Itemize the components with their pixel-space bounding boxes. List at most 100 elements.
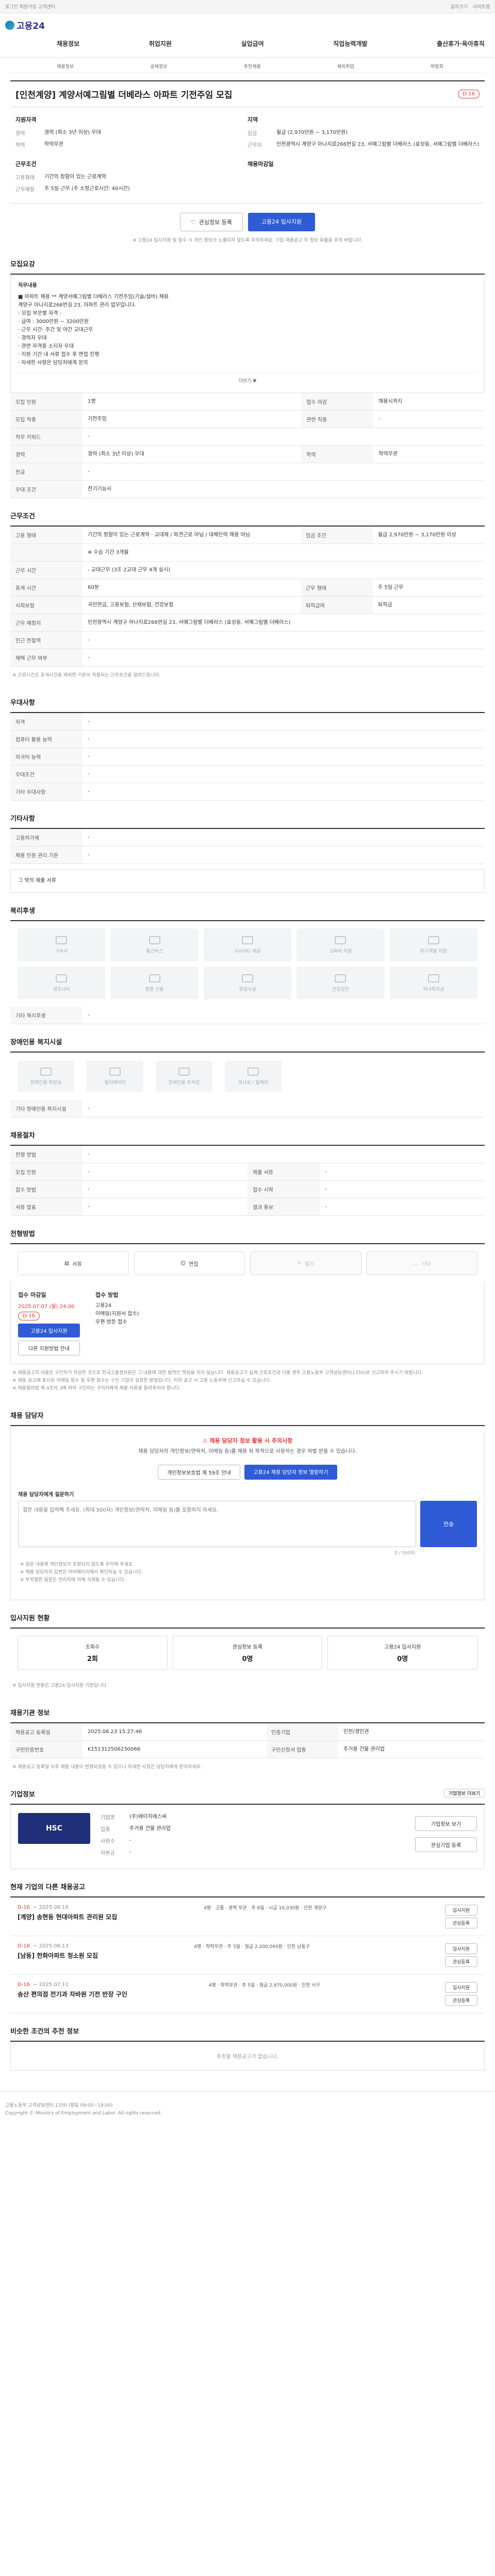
company-view-button[interactable]: 기업정보 보기 [415, 1816, 477, 1831]
company-more-button[interactable]: 기업정보 더보기 [443, 1789, 485, 1798]
kv-key: 근무지 [248, 143, 262, 148]
subnav-item[interactable]: 채용정보 [57, 63, 74, 70]
related-title[interactable]: [남동] 한화아파트 청소원 모집 [18, 1951, 98, 1960]
section-disability: 장애인용 복지시설 장애인용 화장실 엘리베이터 장애인용 주차장 경사로 / 휠체어… [10, 1037, 485, 1117]
expand-toggle[interactable]: 더보기 ▼ [18, 372, 477, 385]
row-label: 자격 [10, 713, 82, 731]
nav-jobs[interactable]: 채용정보 [57, 39, 79, 48]
related-save-button[interactable]: 관심등록 [444, 1956, 477, 1967]
contact-warning: ⚠ 채용 담당자 정보 활용 시 주의사항 [18, 1436, 477, 1445]
subnav-item[interactable]: 해외취업 [337, 63, 354, 70]
qa-send-button[interactable]: 전송 [420, 1501, 477, 1547]
related-save-button[interactable]: 관심등록 [444, 1995, 477, 2006]
table-row: 우대조건 - [10, 765, 485, 783]
nav-support[interactable]: 취업지원 [149, 39, 172, 48]
nav-unemployment[interactable]: 실업급여 [241, 39, 264, 48]
row-label: 채용공고 등록일 [10, 1723, 82, 1741]
related-actions: 입사지원관심등록 [444, 1943, 477, 1967]
detail-line: ■ 아파트 채용 ** 계양서예그림별 더베라스 기전주임(기술/설비) 채용 [18, 294, 169, 300]
job-title: [인천계양] 계양서예그림별 더베라스 아파트 기전주임 모집 [15, 90, 233, 100]
row-label: 휴게 시간 [10, 579, 82, 597]
subnav-item[interactable]: 박람회 [431, 63, 443, 70]
site-logo[interactable]: 고용24 [5, 19, 45, 31]
sitemap-link[interactable]: 사이트맵 [473, 3, 490, 10]
row-label: 직무 키워드 [10, 428, 82, 446]
facility-card: 장애인용 화장실 [18, 1061, 74, 1092]
apply-button[interactable]: 고용24 입사지원 [248, 213, 316, 231]
row-label: 서류 발표 [10, 1198, 82, 1216]
kv-value: 경력 (최소 3년 이상) 우대 [44, 130, 101, 135]
row-label: 인근 전철역 [10, 631, 82, 649]
contact-warning-text: 채용 담당자 정보 활용 시 주의사항 [209, 1437, 293, 1444]
nav-training[interactable]: 직업능력개발 [333, 39, 367, 48]
table-row: 서류 발표 - 결과 통보 - [10, 1198, 485, 1216]
welfare-label: 자녀학자금 [423, 987, 444, 992]
related-apply-button[interactable]: 입사지원 [444, 1982, 477, 1993]
stats-row: 조회수 2회 관심정보 등록 0명 고용24 입사지원 0명 [10, 1629, 485, 1677]
apply-online-button[interactable]: 고용24 입사지원 [18, 1324, 80, 1337]
welfare-card: 교육비 지원 [296, 928, 385, 961]
dday-badge: D-16 [457, 90, 480, 98]
apply-other-button[interactable]: 다른 지원방법 안내 [18, 1341, 80, 1355]
method-written: ✎ 필기 [250, 1251, 361, 1275]
job-summary: 지원자격 경력 경력 (최소 3년 이상) 우대 학력 학력무관 근무조건 고용형태… [10, 107, 485, 204]
row-value: - [373, 410, 485, 428]
job-title-row: [인천계양] 계양서예그림별 더베라스 아파트 기전주임 모집 D-16 [10, 80, 485, 107]
company-row: 자본금 - [101, 1849, 405, 1856]
process-table: 전형 방법 - 모집 인원 - 제출 서류 - 접수 방법 - 접수 시작 - 서류 발표 - 결과 통… [10, 1146, 485, 1216]
section-title: 채용절차 [10, 1130, 485, 1146]
related-job[interactable]: D-16 ~ 2025.08.13 [남동] 한화아파트 청소원 모집 4명 · 학력… [10, 1936, 485, 1975]
detail-line: · 급여 : 3000만원 ~ 3200만원 [18, 319, 89, 325]
view-contact-button[interactable]: 고용24 채용 담당자 정보 열람하기 [244, 1465, 337, 1480]
legal-line: ※ 채용절차법 제 4조의 3에 따라 구인자는 구직자에게 채용 서류를 돌려… [12, 1386, 181, 1391]
subnav-item[interactable]: 공채정보 [150, 63, 167, 70]
company-follow-button[interactable]: 관심기업 등록 [415, 1837, 477, 1852]
related-job[interactable]: D-16 ~ 2025.08.16 [계양] 송현동 현대아파트 관리원 모집 4명 … [10, 1897, 485, 1936]
similar-empty: 추천할 채용공고가 없습니다. [10, 2042, 485, 2071]
section-title: 비슷한 조건의 추천 정보 [10, 2026, 485, 2042]
welfare-label: 건강검진 [332, 987, 349, 992]
stat-value: 0명 [397, 1655, 408, 1663]
method-other: … 기타 [366, 1251, 477, 1275]
method-label: 필기 [304, 1261, 315, 1267]
related-title[interactable]: 송산 편의점 전기과 자바원 기전 반장 구인 [18, 1990, 127, 1998]
save-interest-button[interactable]: ♡ 관심정보 등록 [179, 213, 243, 231]
qa-input[interactable] [18, 1501, 416, 1547]
apply-method-title: 접수 방법 [95, 1292, 119, 1298]
row-value: 월급 2,970만원 ~ 3,170만원 이상 [372, 527, 485, 544]
row-value: - [82, 1198, 248, 1216]
kv-key: 경력 [15, 131, 25, 137]
kv-value: 월급 (2,970만원 ~ 3,170만원) [276, 130, 348, 135]
related-dday: D-16 ~ 2025.08.13 [18, 1943, 98, 1949]
site-header: 고용24 채용정보 취업지원 실업급여 직업능력개발 출산휴가·육아휴직 [0, 13, 495, 58]
facility-card: 엘리베이터 [87, 1061, 143, 1092]
row-value: - [82, 428, 485, 446]
primary-actions: ♡ 관심정보 등록 고용24 입사지원 [10, 204, 485, 236]
welfare-icon [241, 936, 253, 944]
facility-label: 엘리베이터 [104, 1080, 126, 1086]
table-row: 경력 경력 (최소 3년 이상) 우대 학력 학력무관 [10, 445, 485, 463]
privacy-law-button[interactable]: 개인정보보호법 제 59조 안내 [158, 1465, 240, 1480]
row-value: 국민연금, 고용보험, 산재보험, 건강보험 [82, 596, 301, 614]
top-left-links[interactable]: 로그인 회원가입 고객센터 [5, 3, 55, 10]
related-apply-button[interactable]: 입사지원 [444, 1943, 477, 1954]
related-save-button[interactable]: 관심등록 [444, 1918, 477, 1928]
row-label: 결과 통보 [248, 1198, 320, 1216]
welfare-grid: 기숙사 통근버스 식사(비) 제공 교육비 지원 자기계발 지원 경조사비 명절 선물 휴양시… [10, 921, 485, 1007]
subnav-item[interactable]: 추천채용 [244, 63, 261, 70]
welfare-icon [56, 974, 68, 982]
etc-table: 고용허가제 - 채용 인원 관리 기준 - [10, 829, 485, 864]
welfare-label: 경조사비 [53, 987, 70, 992]
work-note: ※ 근로시간은 휴게시간을 제외한 기준이 적용되는 근무조건을 알려드립니다. [12, 673, 161, 678]
welfare-card: 기숙사 [18, 928, 106, 961]
facility-card: 경사로 / 휠체어 [225, 1061, 282, 1092]
related-title[interactable]: [계양] 송현동 현대아파트 관리원 모집 [18, 1912, 117, 1921]
facility-label: 장애인용 화장실 [30, 1080, 62, 1086]
nav-leave[interactable]: 출산휴가·육아휴직 [437, 39, 485, 48]
font-size-link[interactable]: 글자크기 [451, 3, 468, 10]
detail-line: · 근무 시간: 주간 및 야간 교대근무 [18, 327, 93, 333]
related-apply-button[interactable]: 입사지원 [444, 1905, 477, 1916]
facility-icon [248, 1067, 259, 1076]
related-job[interactable]: D-16 ~ 2025.07.11 송산 편의점 전기과 자바원 기전 반장 구인 4… [10, 1975, 485, 2013]
section-company: 기업정보 기업정보 더보기 HSC 기업명 (주)에이치에스씨 업종 주거용 건물 관리… [10, 1789, 485, 1869]
